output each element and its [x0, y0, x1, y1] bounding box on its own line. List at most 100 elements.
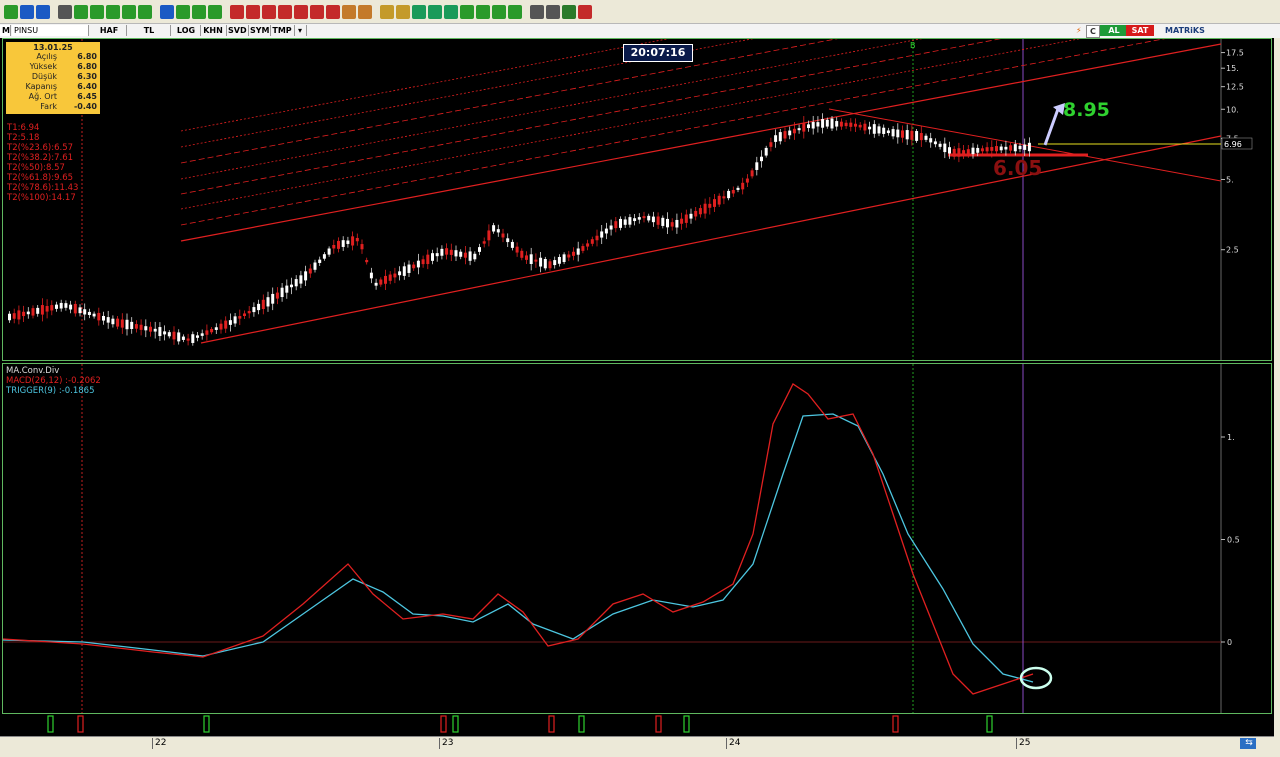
arrow-icon[interactable]: [36, 4, 50, 19]
fib-level-list: T1:6.94 T2:5.18 T2(%23.6):6.57 T2(%38.2):7.…: [7, 123, 78, 203]
candle-body: [929, 138, 933, 143]
tab-sym[interactable]: SYM: [248, 25, 271, 36]
candle-body: [261, 299, 265, 310]
bell-icon[interactable]: [396, 4, 410, 19]
candle-body: [233, 316, 237, 324]
candle-body: [553, 260, 557, 266]
candle-body: [8, 313, 11, 321]
candle-body: [877, 126, 881, 134]
candle-body: [435, 253, 439, 257]
forward-icon[interactable]: [476, 4, 490, 19]
candle-body: [962, 150, 966, 154]
tab-haf[interactable]: HAF: [92, 25, 127, 36]
candle-body: [210, 328, 214, 333]
macd-chart: 1. 0.5 0: [3, 364, 1240, 713]
down-icon[interactable]: [508, 4, 522, 19]
stripes-icon[interactable]: [342, 4, 356, 19]
back-icon[interactable]: [460, 4, 474, 19]
candle-body: [647, 215, 651, 221]
m-icon[interactable]: [578, 4, 592, 19]
candle-body: [633, 218, 637, 222]
cursor-icon[interactable]: [20, 4, 34, 19]
tab-log[interactable]: LOG: [172, 25, 201, 36]
candle-body: [59, 302, 63, 309]
candle-body: [459, 251, 463, 257]
candle-body: [384, 275, 387, 284]
candle-body: [487, 230, 491, 241]
alert-icon[interactable]: [380, 4, 394, 19]
candle-body: [905, 130, 909, 140]
ohlc-label: Açılış: [36, 52, 57, 61]
dropdown-arrow-icon[interactable]: ▾: [294, 25, 307, 36]
nav-icon[interactable]: [412, 4, 426, 19]
candle-body: [351, 236, 355, 246]
lock-icon[interactable]: [4, 4, 18, 19]
candle-body: [407, 264, 411, 273]
candle-body: [750, 170, 754, 177]
sell-button[interactable]: SAT: [1126, 25, 1154, 36]
c-button[interactable]: C: [1086, 25, 1100, 38]
image-icon[interactable]: [562, 4, 576, 19]
tab-khn[interactable]: KHN: [200, 25, 227, 36]
candle-body: [92, 313, 96, 317]
search-icon[interactable]: [546, 4, 560, 19]
candle-body: [835, 121, 839, 127]
buy-button[interactable]: AL: [1100, 25, 1128, 36]
macd-title: MA.Conv.Div: [6, 366, 60, 376]
tool-icon[interactable]: [74, 4, 88, 19]
candle-body: [313, 262, 317, 270]
candle-body: [694, 210, 698, 217]
print-icon[interactable]: [530, 4, 544, 19]
hline-icon[interactable]: [138, 4, 152, 19]
symbol-field[interactable]: PINSU: [12, 25, 89, 36]
candle-body: [322, 254, 326, 259]
candle-body: [576, 248, 580, 255]
pen-icon[interactable]: [90, 4, 104, 19]
zoom-in-icon[interactable]: [428, 4, 442, 19]
link-icon[interactable]: ⇆: [1240, 738, 1256, 749]
price-chart: 17.515.12.510.7.55.2.5B6.966.058.95: [8, 39, 1253, 360]
candle-body: [736, 187, 740, 190]
doc-icon[interactable]: [358, 4, 372, 19]
vertical-scrollbar[interactable]: [1274, 38, 1280, 750]
candle-body: [797, 128, 801, 131]
up-icon[interactable]: [492, 4, 506, 19]
candle-body: [891, 129, 895, 137]
calendar-icon[interactable]: [326, 4, 340, 19]
price-tick-label: 15.: [1226, 64, 1239, 73]
signal-marker: [892, 715, 899, 733]
candle-body: [966, 149, 970, 154]
line-icon[interactable]: [122, 4, 136, 19]
fib-level: T2(%50):8.57: [7, 163, 65, 173]
table-icon[interactable]: [310, 4, 324, 19]
tab-tmp[interactable]: TMP: [270, 25, 295, 36]
candle-body: [783, 131, 787, 139]
draw-icon[interactable]: [176, 4, 190, 19]
candle-body: [388, 274, 392, 281]
channel-icon[interactable]: [208, 4, 222, 19]
candle-body: [844, 122, 848, 127]
price-pane[interactable]: 17.515.12.510.7.55.2.5B6.966.058.95 13.0…: [2, 38, 1272, 361]
curve-icon[interactable]: [192, 4, 206, 19]
candle-body: [727, 190, 731, 199]
tab-svd[interactable]: SVD: [226, 25, 249, 36]
edit-icon[interactable]: [58, 4, 72, 19]
text-icon[interactable]: [160, 4, 174, 19]
percent-icon[interactable]: [278, 4, 292, 19]
tab-tl[interactable]: TL: [128, 25, 171, 36]
candle-body: [637, 217, 641, 220]
chart-icon[interactable]: [294, 4, 308, 19]
zoom-icon[interactable]: [246, 4, 260, 19]
grid-icon[interactable]: [262, 4, 276, 19]
lightning-icon[interactable]: ⚡: [1073, 25, 1085, 36]
eraser-icon[interactable]: [106, 4, 120, 19]
candle-body: [402, 266, 406, 276]
candle-body: [731, 189, 735, 194]
fib-icon[interactable]: [230, 4, 244, 19]
candle-body: [478, 247, 481, 252]
candle-body: [454, 250, 458, 257]
ohlc-row: Yüksek 6.80: [6, 62, 100, 72]
zoom-out-icon[interactable]: [444, 4, 458, 19]
candle-body: [224, 320, 228, 329]
macd-pane[interactable]: 1. 0.5 0 MA.Conv.Div MACD(26,12) :-0.2062 …: [2, 363, 1272, 714]
